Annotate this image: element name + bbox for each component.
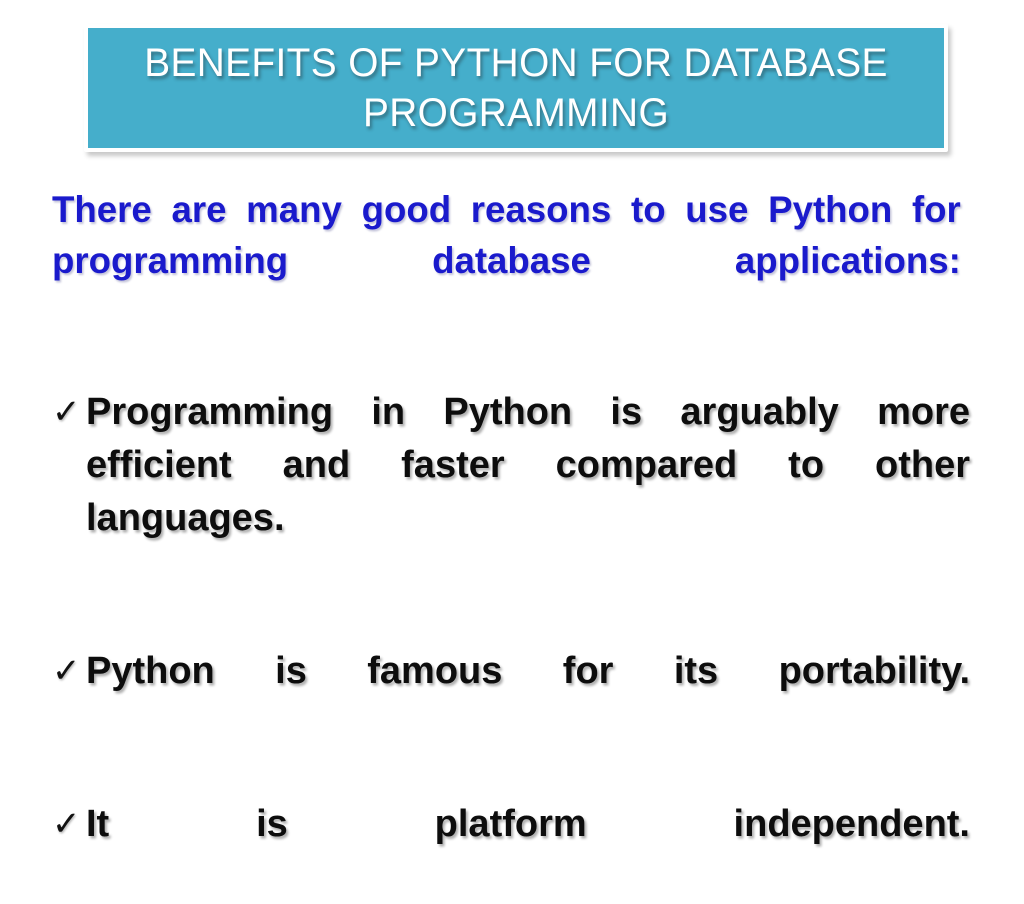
benefits-list: ✓ Programming in Python is arguably more… [52, 386, 970, 904]
check-mark-icon: ✓ [52, 652, 81, 690]
list-item-label: Python is famous for its portability. [86, 650, 970, 692]
title-banner-fill: BENEFITS OF PYTHON FOR DATABASE PROGRAMM… [88, 28, 944, 148]
list-item: ✓ It is platform independent. [52, 798, 970, 904]
list-item-label: It is platform independent. [86, 803, 970, 845]
list-item: ✓ Python is famous for its portability. [52, 645, 970, 751]
slide-canvas: BENEFITS OF PYTHON FOR DATABASE PROGRAMM… [0, 0, 1024, 845]
check-mark-icon: ✓ [52, 805, 81, 843]
slide-content: There are many good reasons to use Pytho… [52, 184, 970, 904]
check-mark-icon: ✓ [52, 393, 81, 431]
list-item: ✓ Programming in Python is arguably more… [52, 386, 970, 598]
list-item-label: Programming in Python is arguably more e… [86, 391, 970, 539]
title-banner: BENEFITS OF PYTHON FOR DATABASE PROGRAMM… [84, 24, 948, 152]
page-title: BENEFITS OF PYTHON FOR DATABASE PROGRAMM… [144, 41, 888, 135]
lead-heading: There are many good reasons to use Pytho… [52, 189, 961, 281]
